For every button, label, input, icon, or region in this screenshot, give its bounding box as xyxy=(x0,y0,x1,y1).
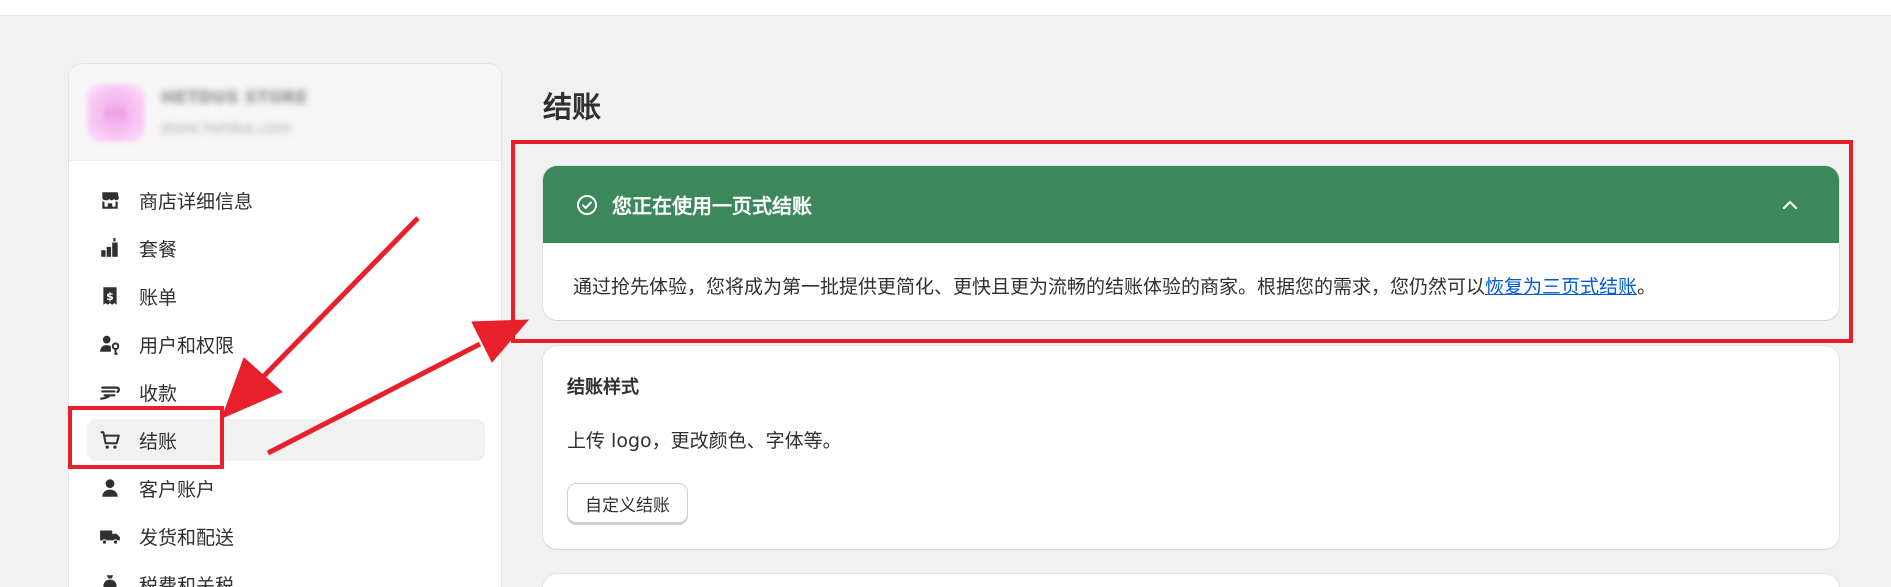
page-title: 结账 xyxy=(543,90,602,124)
sidebar-item-label: 发货和配送 xyxy=(139,526,235,549)
store-domain: store.hetdus.com xyxy=(161,119,292,137)
tax-icon xyxy=(97,571,123,587)
sidebar-item-plan[interactable]: 套餐 xyxy=(87,227,485,269)
plan-icon xyxy=(97,235,123,261)
annotation-highlight-checkout-item xyxy=(68,406,224,469)
store-name: HETDUS STORE xyxy=(161,88,308,108)
sidebar-item-label: 收款 xyxy=(139,382,178,405)
checkout-style-title: 结账样式 xyxy=(567,377,639,398)
svg-text:$: $ xyxy=(106,290,114,303)
sidebar-item-label: 用户和权限 xyxy=(139,334,235,357)
sidebar-item-label: 商店详细信息 xyxy=(139,190,254,213)
settings-sidebar: HE HETDUS STORE store.hetdus.com 商店详细信息 … xyxy=(68,63,502,587)
sidebar-item-users-permissions[interactable]: 用户和权限 xyxy=(87,323,485,365)
sidebar-item-label: 套餐 xyxy=(139,238,178,261)
store-header[interactable]: HE HETDUS STORE store.hetdus.com xyxy=(69,64,501,161)
truck-icon xyxy=(97,523,123,549)
store-icon xyxy=(97,187,123,213)
payments-icon xyxy=(97,379,123,405)
annotation-highlight-banner xyxy=(511,140,1853,343)
sidebar-item-label: 客户账户 xyxy=(139,478,216,501)
sidebar-item-taxes-duties[interactable]: 税费和关税 xyxy=(87,563,485,587)
store-avatar: HE xyxy=(87,84,145,142)
sidebar-item-billing[interactable]: $ 账单 xyxy=(87,275,485,317)
billing-icon: $ xyxy=(97,283,123,309)
next-settings-card xyxy=(543,574,1839,587)
users-permissions-icon xyxy=(97,331,123,357)
sidebar-item-store-details[interactable]: 商店详细信息 xyxy=(87,179,485,221)
customize-checkout-button[interactable]: 自定义结账 xyxy=(567,483,688,523)
top-bar xyxy=(0,0,1891,16)
sidebar-item-label: 税费和关税 xyxy=(139,574,235,587)
checkout-style-card: 结账样式 上传 logo，更改颜色、字体等。 自定义结账 xyxy=(543,346,1839,549)
checkout-style-description: 上传 logo，更改颜色、字体等。 xyxy=(567,430,842,452)
customer-icon xyxy=(97,475,123,501)
sidebar-item-customer-accounts[interactable]: 客户账户 xyxy=(87,467,485,509)
sidebar-item-shipping-delivery[interactable]: 发货和配送 xyxy=(87,515,485,557)
sidebar-item-label: 账单 xyxy=(139,286,178,309)
